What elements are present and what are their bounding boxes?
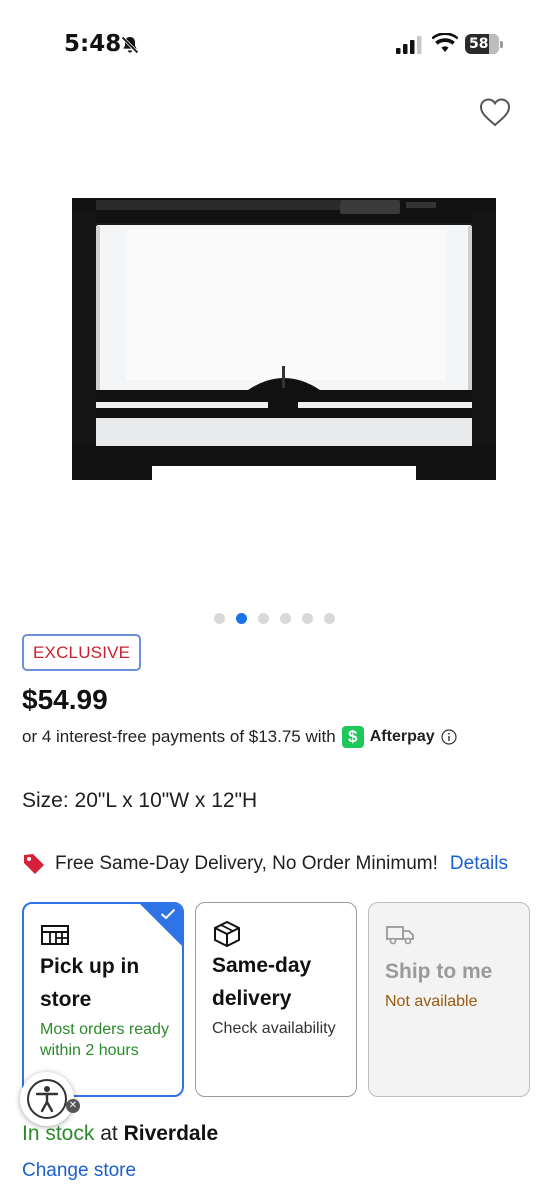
pickup-title: Pick up in store — [40, 955, 140, 1011]
status-time: 5:48 — [64, 31, 122, 57]
promo-banner: Free Same-Day Delivery, No Order Minimum… — [22, 852, 532, 876]
afterpay-name: Afterpay — [369, 728, 435, 745]
accessibility-button[interactable]: ✕ — [20, 1072, 88, 1128]
battery-cap — [500, 41, 503, 48]
ship-subtitle: Not available — [385, 993, 478, 1010]
reptile-terrarium-image[interactable] — [66, 190, 502, 490]
size-label: Size: — [22, 789, 69, 812]
price-tag-icon — [24, 854, 44, 874]
in-stock-label: In stock — [22, 1122, 95, 1145]
promo-text: Free Same-Day Delivery, No Order Minimum… — [55, 853, 438, 874]
stock-at: at — [100, 1122, 118, 1145]
carousel-dot[interactable] — [258, 613, 269, 624]
product-price: $54.99 — [22, 684, 108, 715]
installments-text: or 4 interest-free payments of $13.75 wi… — [22, 727, 336, 746]
pickup-subtitle: Most orders ready within 2 hours — [40, 1021, 169, 1059]
image-carousel-dots[interactable] — [214, 613, 335, 624]
installments-info: or 4 interest-free payments of $13.75 wi… — [22, 726, 457, 748]
afterpay-logo-icon: $ — [341, 726, 364, 748]
checkmark-icon — [160, 908, 176, 920]
accessibility-circle[interactable] — [20, 1072, 74, 1126]
accessibility-close-icon[interactable]: ✕ — [66, 1099, 80, 1113]
status-bar: 5:48 58 — [0, 0, 552, 90]
package-icon — [214, 921, 240, 947]
truck-icon — [386, 926, 414, 945]
carousel-dot[interactable] — [302, 613, 313, 624]
store-icon — [41, 925, 69, 945]
stock-status: In stock at Riverdale — [22, 1122, 218, 1146]
info-icon[interactable] — [441, 729, 457, 745]
pickup-in-store-option[interactable]: Pick up in store Most orders ready withi… — [22, 902, 184, 1097]
ship-to-me-option[interactable]: Ship to me Not available — [368, 902, 530, 1097]
bell-off-icon — [121, 36, 139, 54]
wifi-icon — [432, 33, 458, 52]
same-day-delivery-option[interactable]: Same-day delivery Check availability — [195, 902, 357, 1097]
carousel-dot[interactable] — [324, 613, 335, 624]
size-selector[interactable]: Size: 20"L x 10"W x 12"H — [22, 789, 257, 813]
change-store-link[interactable]: Change store — [22, 1160, 136, 1182]
carousel-dot-active[interactable] — [236, 613, 247, 624]
size-value: 20"L x 10"W x 12"H — [74, 789, 258, 812]
battery-body: 58 — [465, 34, 499, 54]
battery-indicator: 58 — [465, 34, 503, 54]
cellular-signal-icon — [396, 36, 422, 54]
exclusive-badge: EXCLUSIVE — [22, 634, 142, 671]
favorite-heart-icon[interactable] — [478, 96, 512, 128]
same-day-subtitle: Check availability — [212, 1020, 336, 1037]
same-day-title: Same-day delivery — [212, 954, 312, 1010]
accessibility-person-icon — [35, 1086, 59, 1113]
carousel-dot[interactable] — [280, 613, 291, 624]
promo-details-link[interactable]: Details — [450, 853, 508, 875]
carousel-dot[interactable] — [214, 613, 225, 624]
store-name: Riverdale — [123, 1122, 219, 1145]
battery-percentage: 58 — [469, 36, 489, 52]
ship-title: Ship to me — [385, 960, 493, 983]
